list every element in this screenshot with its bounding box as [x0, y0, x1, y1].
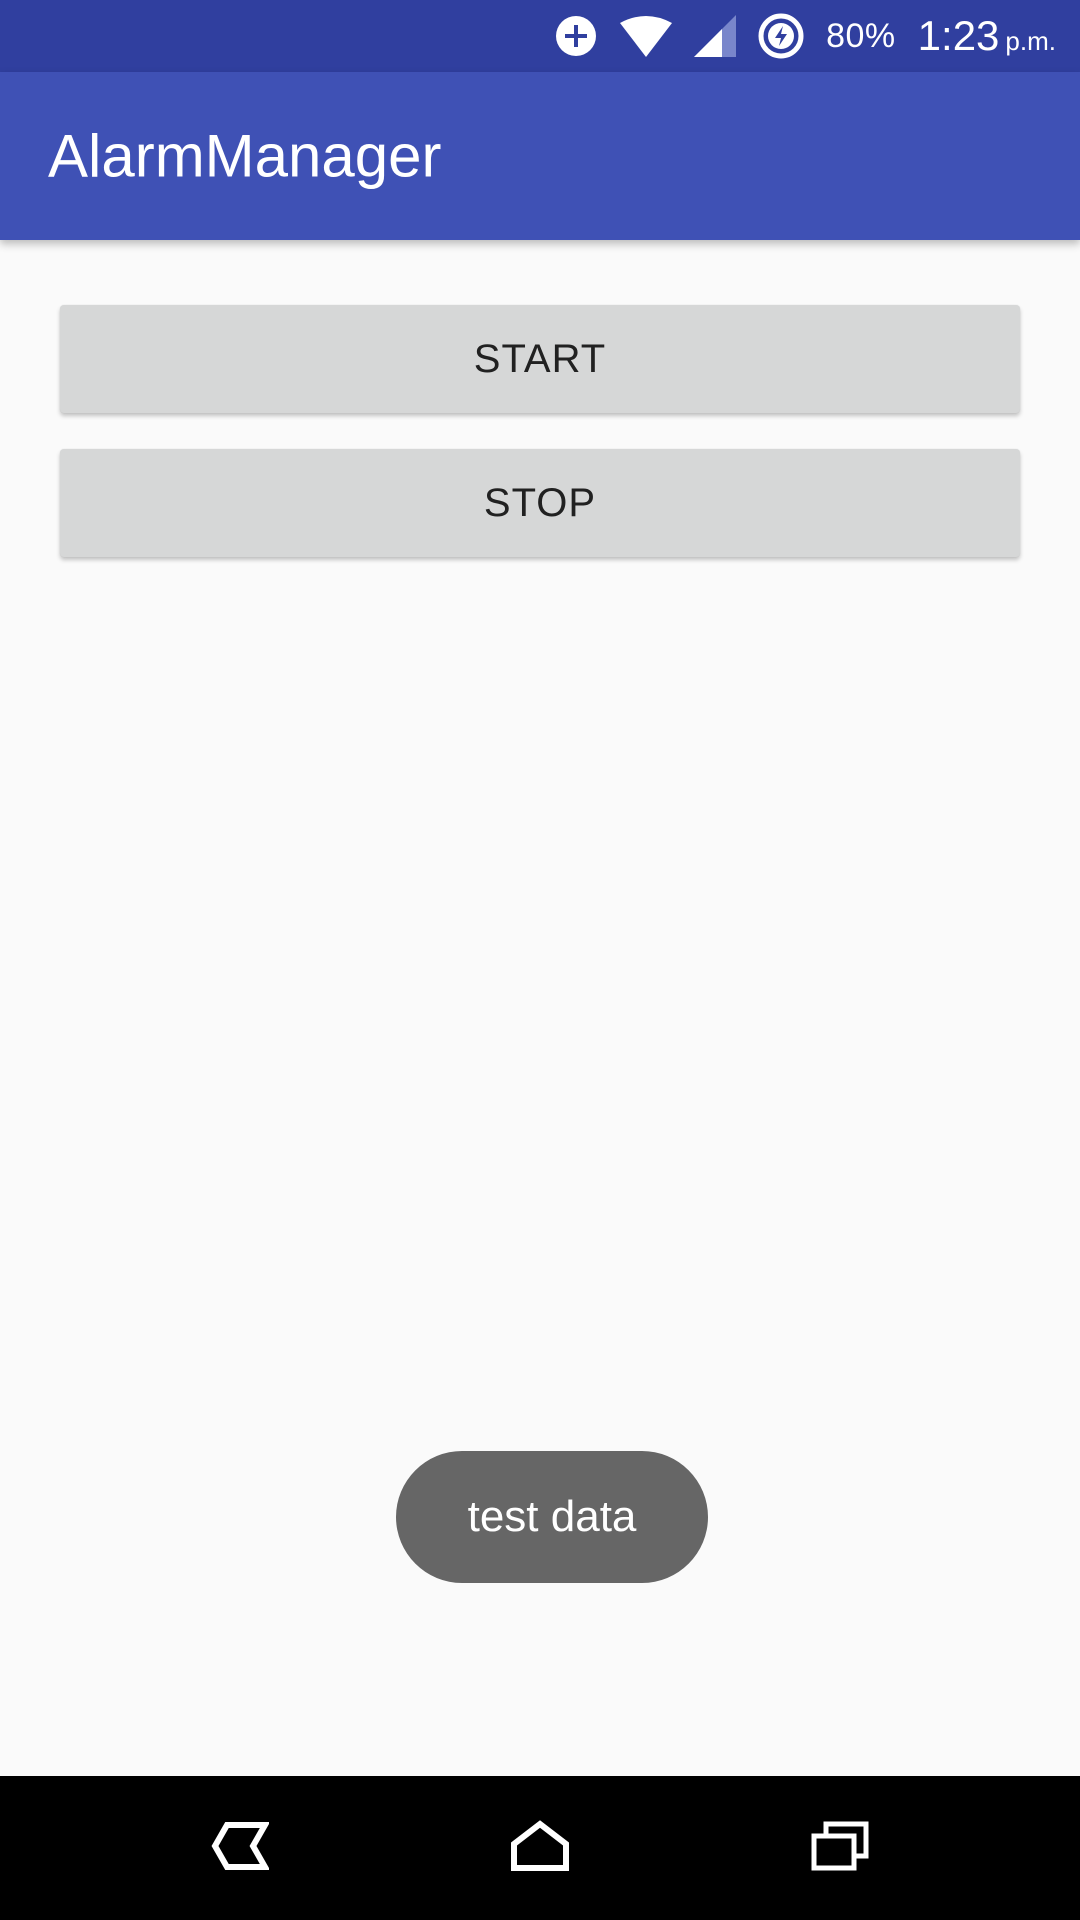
wifi-icon	[620, 15, 673, 57]
cell-signal-icon	[694, 15, 737, 57]
app-title: AlarmManager	[48, 122, 442, 190]
recents-icon	[810, 1820, 870, 1877]
status-icons: 80% 1:23 p.m.	[554, 0, 1056, 72]
data-saver-icon	[554, 14, 598, 58]
app-bar: AlarmManager	[0, 72, 1080, 240]
battery-charging-icon	[758, 13, 804, 59]
back-button[interactable]	[160, 1776, 320, 1920]
home-button[interactable]	[460, 1776, 620, 1920]
recents-button[interactable]	[760, 1776, 920, 1920]
stop-button[interactable]: STOP	[60, 449, 1020, 557]
start-button[interactable]: START	[60, 305, 1020, 413]
home-icon	[510, 1819, 570, 1877]
clock-time: 1:23	[917, 12, 1000, 59]
nav-bar	[0, 1776, 1080, 1920]
toast-message: test data	[396, 1451, 708, 1583]
status-bar: 80% 1:23 p.m.	[0, 0, 1080, 72]
clock: 1:23 p.m.	[918, 12, 1056, 60]
clock-suffix: p.m.	[1005, 26, 1056, 56]
main-content: START STOP test data	[0, 240, 1080, 1776]
back-icon	[211, 1821, 271, 1876]
battery-percent: 80%	[826, 16, 896, 55]
